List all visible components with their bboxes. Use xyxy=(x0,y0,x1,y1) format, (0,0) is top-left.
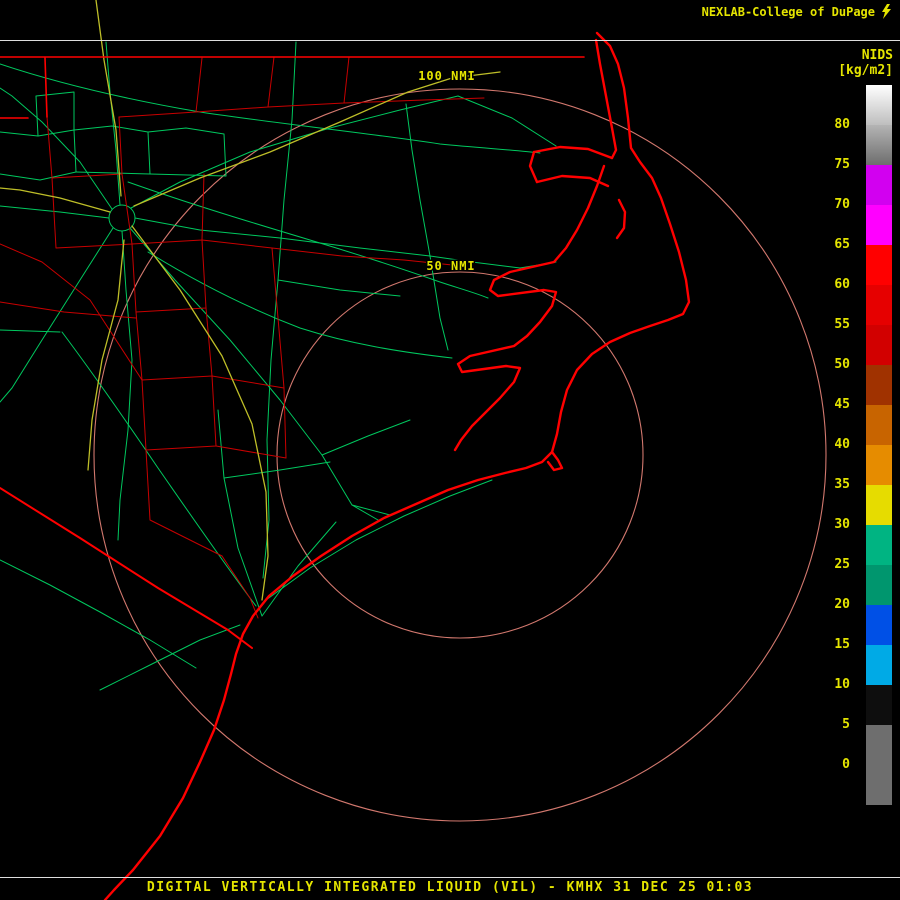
colorbar-tick-5: 5 xyxy=(842,717,850,732)
colorbar-segment-below-0 xyxy=(866,765,892,805)
colorbar-tick-30: 30 xyxy=(834,517,850,532)
header: NEXLAB-College of DuPage xyxy=(702,4,892,19)
colorbar-segment-50-55 xyxy=(866,325,892,365)
product-title: DIGITAL VERTICALLY INTEGRATED LIQUID (VI… xyxy=(146,880,754,895)
colorbar-segment-20-25 xyxy=(866,565,892,605)
colorbar-segment-0-5 xyxy=(866,725,892,765)
roads-green-group xyxy=(0,41,557,691)
colorbar-segment-35-40 xyxy=(866,445,892,485)
colorbar-tick-75: 75 xyxy=(834,157,850,172)
map-svg: 100 NMI 50 NMI xyxy=(0,0,827,900)
colorbar-segment-30-35 xyxy=(866,485,892,525)
colorbar-segment-70-75 xyxy=(866,165,892,205)
colorbar-tick-10: 10 xyxy=(834,677,850,692)
state-lines-group xyxy=(0,56,585,119)
product-name-label: NIDS xyxy=(861,48,893,63)
colorbar-tick-20: 20 xyxy=(834,597,850,612)
colorbar-tick-55: 55 xyxy=(834,317,850,332)
inner-ring-label: 50 NMI xyxy=(426,259,475,273)
radar-display: 100 NMI 50 NMI NEXLAB-College of DuPage … xyxy=(0,0,900,900)
colorbar-segment-10-15 xyxy=(866,645,892,685)
colorbar-tick-50: 50 xyxy=(834,357,850,372)
colorbar-segment-40-45 xyxy=(866,405,892,445)
colorbar-segment-65-70 xyxy=(866,205,892,245)
colorbar-tick-25: 25 xyxy=(834,557,850,572)
colorbar-tick-40: 40 xyxy=(834,437,850,452)
colorbar-segment-25-30 xyxy=(866,525,892,565)
vil-colorbar xyxy=(866,85,892,805)
range-rings-group xyxy=(93,88,827,822)
bottom-divider xyxy=(0,877,900,878)
colorbar-tick-35: 35 xyxy=(834,477,850,492)
colorbar-segment-75-80 xyxy=(866,125,892,165)
header-brand: NEXLAB-College of DuPage xyxy=(701,4,875,19)
state-border-diagonal-group xyxy=(0,487,253,649)
colorbar-segment-60-65 xyxy=(866,245,892,285)
lightning-icon xyxy=(882,4,891,19)
top-divider xyxy=(0,40,900,41)
vil-colorbar-labels: 80 75 70 65 60 55 50 45 40 35 30 25 20 15 10 5 0 xyxy=(800,85,856,805)
colorbar-tick-80: 80 xyxy=(834,117,850,132)
highways-yellow-group xyxy=(0,0,501,601)
product-units-label: [kg/m2] xyxy=(838,63,893,78)
colorbar-tick-15: 15 xyxy=(834,637,850,652)
colorbar-tick-70: 70 xyxy=(834,197,850,212)
colorbar-segment-45-50 xyxy=(866,365,892,405)
colorbar-segment-55-60 xyxy=(866,285,892,325)
colorbar-tick-60: 60 xyxy=(834,277,850,292)
colorbar-segment-15-20 xyxy=(866,605,892,645)
outer-ring-label: 100 NMI xyxy=(418,69,476,83)
colorbar-tick-65: 65 xyxy=(834,237,850,252)
coastline-group xyxy=(103,31,691,900)
colorbar-tick-45: 45 xyxy=(834,397,850,412)
colorbar-tick-0: 0 xyxy=(842,757,850,772)
colorbar-segment-5-10 xyxy=(866,685,892,725)
colorbar-segment-80-85 xyxy=(866,85,892,125)
product-panel: NIDS [kg/m2] xyxy=(838,48,893,78)
